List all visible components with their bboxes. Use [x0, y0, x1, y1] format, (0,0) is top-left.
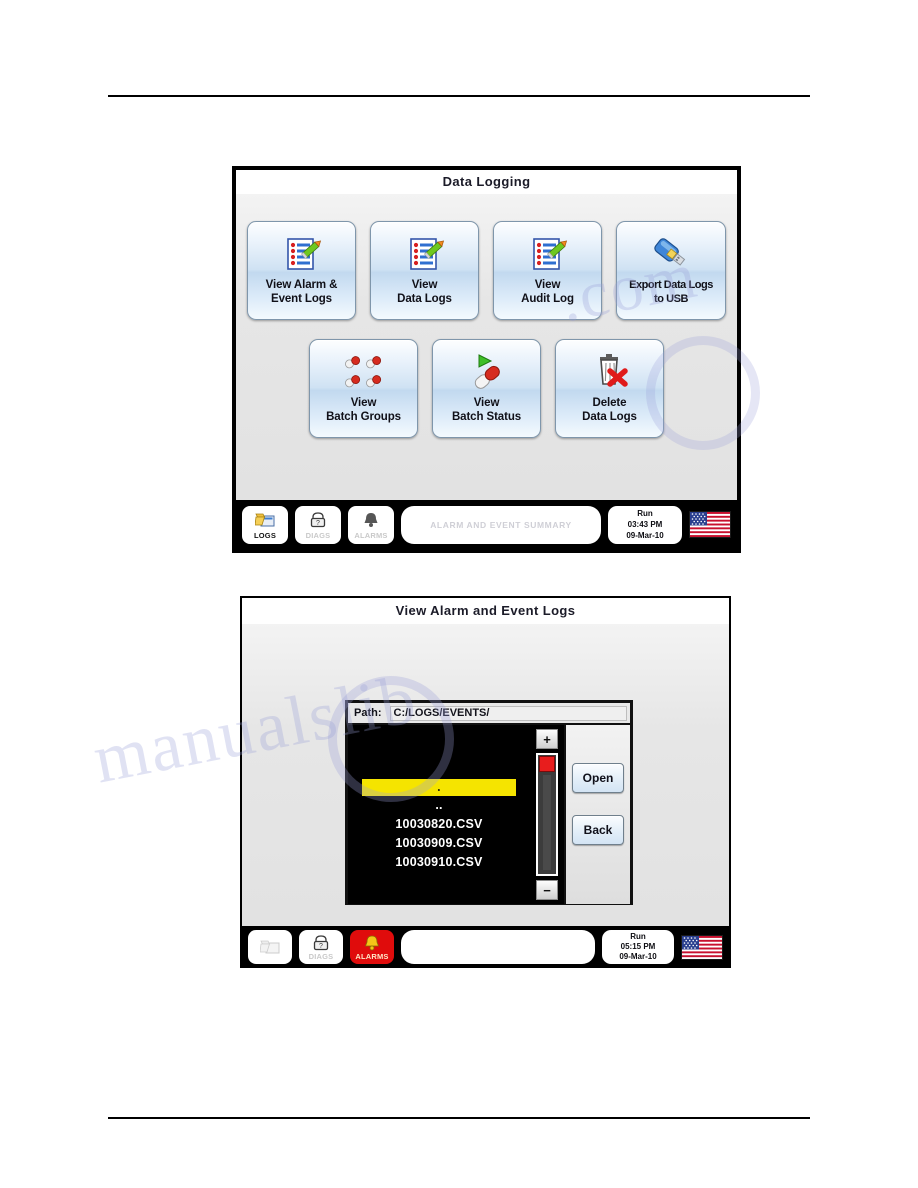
taskbar-diags-label: DIAGS: [308, 952, 334, 961]
panel1-button-row-1: View Alarm & Event Logs View Data Logs V…: [236, 194, 737, 320]
view-alarm-event-logs-button[interactable]: View Alarm & Event Logs: [247, 221, 356, 320]
back-button[interactable]: Back: [572, 815, 624, 845]
svg-text:?: ?: [316, 520, 320, 527]
diags-icon: ?: [310, 933, 332, 951]
page-header-rule: [108, 95, 810, 97]
panel2-title: View Alarm and Event Logs: [242, 598, 729, 624]
checklist-pencil-icon: [526, 232, 570, 276]
browser-side-buttons: Open Back: [564, 725, 630, 904]
view-batch-status-button[interactable]: View Batch Status: [432, 339, 541, 438]
taskbar-alarms-button[interactable]: ALARMS: [348, 505, 394, 544]
list-item[interactable]: 10030910.CSV: [348, 853, 530, 872]
scroll-up-button[interactable]: +: [536, 729, 558, 749]
file-list[interactable]: . .. 10030820.CSV 10030909.CSV 10030910.…: [348, 725, 530, 904]
panel1-title: Data Logging: [236, 170, 737, 194]
export-data-logs-to-usb-button[interactable]: Export Data Logs to USB: [616, 221, 726, 320]
bell-icon: [360, 510, 382, 530]
scrollbar[interactable]: + −: [530, 725, 564, 904]
capsule-group-icon: [342, 350, 386, 394]
view-audit-log-button[interactable]: View Audit Log: [493, 221, 602, 320]
taskbar-logs-label: LOGS: [253, 530, 277, 540]
bell-icon: [361, 933, 383, 951]
button-label: View Alarm & Event Logs: [265, 279, 338, 305]
button-label: View Batch Status: [451, 397, 522, 423]
button-label: Export Data Logs to USB: [629, 279, 713, 305]
scroll-down-button[interactable]: −: [536, 880, 558, 900]
list-item[interactable]: 10030820.CSV: [348, 815, 530, 834]
status-mode: Run: [637, 509, 653, 518]
browser-body: . .. 10030820.CSV 10030909.CSV 10030910.…: [348, 725, 630, 904]
status-mode: Run: [630, 932, 646, 941]
panel2-body: Path: C:/LOGS/EVENTS/ . .. 10030820.CSV …: [242, 624, 729, 926]
view-data-logs-button[interactable]: View Data Logs: [370, 221, 479, 320]
path-label: Path:: [354, 707, 382, 719]
panel1-body: View Alarm & Event Logs View Data Logs V…: [236, 194, 737, 500]
taskbar-alarms-button[interactable]: ALARMS: [350, 930, 394, 964]
file-list-spacer: [348, 727, 530, 779]
alarm-event-summary-bar[interactable]: ALARM AND EVENT SUMMARY: [401, 505, 601, 544]
scroll-bar-fill: [543, 775, 551, 870]
list-item[interactable]: .: [362, 779, 516, 796]
taskbar-alarms-label: ALARMS: [354, 530, 388, 540]
taskbar-diags-button[interactable]: ? DIAGS: [295, 505, 341, 544]
checklist-pencil-icon: [403, 232, 447, 276]
capsule-play-icon: [465, 350, 509, 394]
file-browser: Path: C:/LOGS/EVENTS/ . .. 10030820.CSV …: [345, 700, 633, 905]
path-input[interactable]: C:/LOGS/EVENTS/: [389, 705, 627, 721]
taskbar-logs-button[interactable]: LOGS: [242, 505, 288, 544]
status-indicator: Run 05:15 PM 09-Mar-10: [602, 930, 674, 964]
list-item[interactable]: ..: [348, 796, 530, 815]
status-date: 09-Mar-10: [619, 952, 657, 961]
diags-icon: ?: [307, 510, 329, 530]
status-date: 09-Mar-10: [626, 531, 664, 540]
status-time: 03:43 PM: [627, 520, 663, 529]
logs-icon: [254, 510, 276, 530]
taskbar-diags-label: DIAGS: [305, 530, 331, 540]
button-label: View Batch Groups: [326, 397, 401, 423]
trash-delete-icon: [588, 350, 632, 394]
us-flag-icon[interactable]: [681, 934, 723, 960]
delete-data-logs-button[interactable]: Delete Data Logs: [555, 339, 664, 438]
view-batch-groups-button[interactable]: View Batch Groups: [309, 339, 418, 438]
alarm-event-summary-bar[interactable]: [401, 930, 595, 964]
path-bar: Path: C:/LOGS/EVENTS/: [348, 703, 630, 725]
panel1-taskbar: LOGS ? DIAGS ALARMS ALARM AND EVENT SUMM…: [236, 500, 737, 549]
checklist-pencil-icon: [280, 232, 324, 276]
scroll-thumb[interactable]: [539, 756, 555, 772]
us-flag-icon[interactable]: [689, 511, 731, 538]
usb-drive-icon: [649, 232, 693, 276]
panel1-taskbar-wrap: LOGS ? DIAGS ALARMS ALARM AND EVENT SUMM…: [236, 500, 737, 549]
status-time: 05:15 PM: [620, 942, 656, 951]
status-indicator: Run 03:43 PM 09-Mar-10: [608, 505, 682, 544]
panel1-button-row-2: View Batch Groups View Batch Status Dele…: [236, 320, 737, 438]
panel2-taskbar-wrap: ? DIAGS ALARMS Run 05:15 PM 09-Mar-10: [242, 926, 729, 968]
panel2-taskbar: ? DIAGS ALARMS Run 05:15 PM 09-Mar-10: [242, 926, 729, 968]
logs-icon: [259, 938, 281, 956]
taskbar-diags-button[interactable]: ? DIAGS: [299, 930, 343, 964]
button-label: View Audit Log: [521, 279, 574, 305]
page-footer-rule: [108, 1117, 810, 1119]
hmi-screenshot-data-logging: Data Logging View Alarm & Event Logs Vie…: [232, 166, 741, 553]
hmi-screenshot-view-alarm-event-logs: View Alarm and Event Logs Path: C:/LOGS/…: [240, 596, 731, 968]
open-button[interactable]: Open: [572, 763, 624, 793]
scroll-track[interactable]: [536, 753, 558, 876]
taskbar-logs-button[interactable]: [248, 930, 292, 964]
button-label: Delete Data Logs: [582, 397, 637, 423]
taskbar-alarms-label: ALARMS: [355, 952, 389, 961]
svg-text:?: ?: [319, 943, 323, 950]
list-item[interactable]: 10030909.CSV: [348, 834, 530, 853]
button-label: View Data Logs: [397, 279, 452, 305]
